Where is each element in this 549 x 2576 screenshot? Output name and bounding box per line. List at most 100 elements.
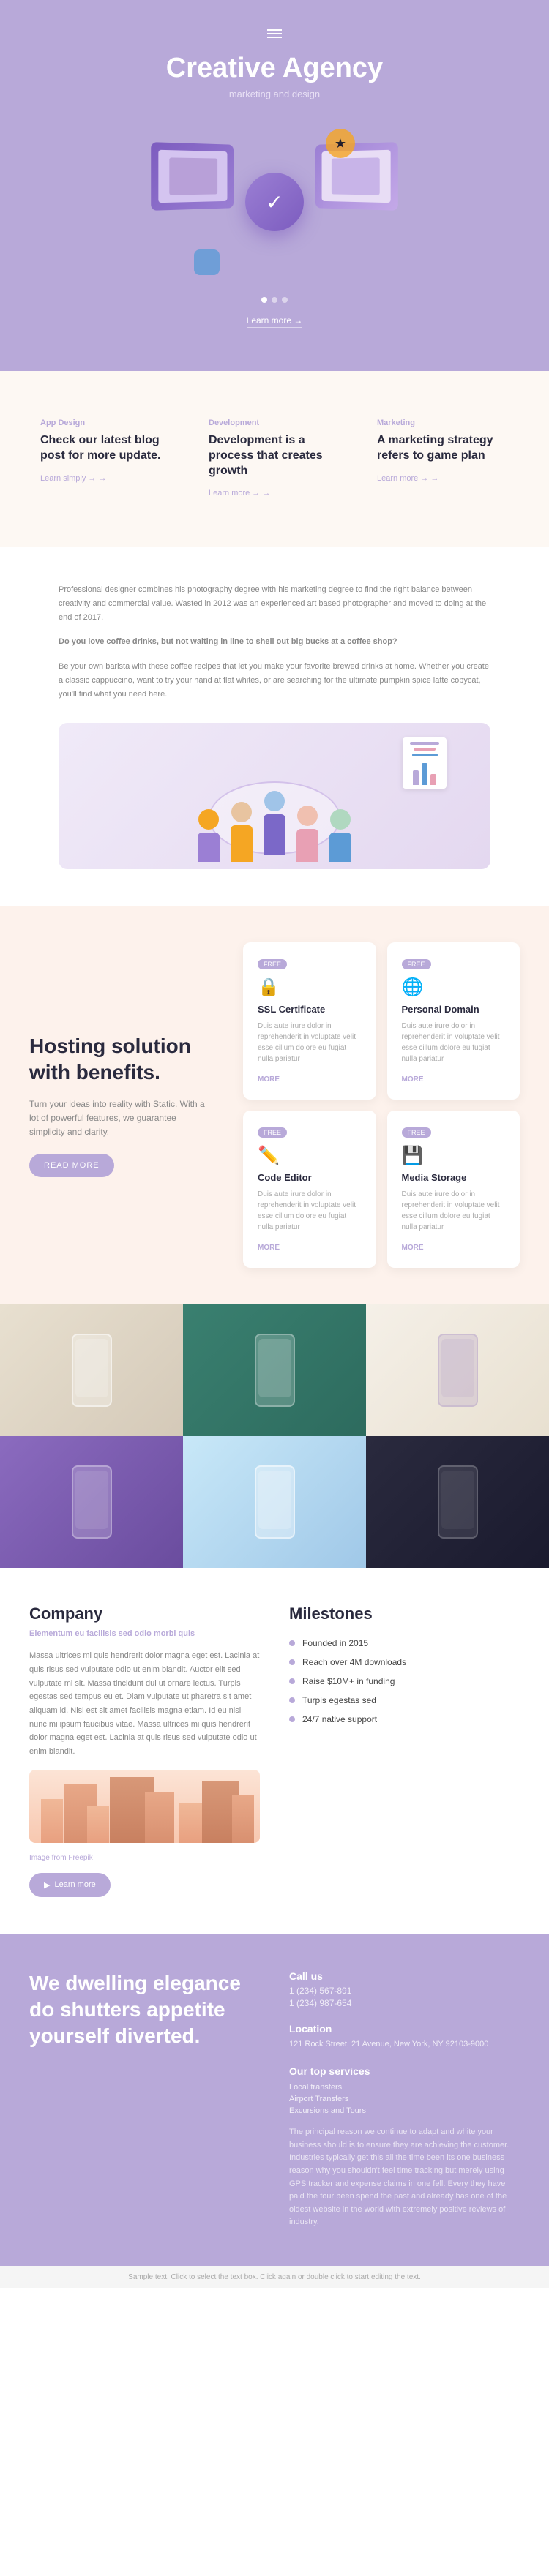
milestone-4: 24/7 native support xyxy=(289,1714,520,1724)
milestone-3: Turpis egestas sed xyxy=(289,1695,520,1705)
gallery-item-4 xyxy=(0,1436,183,1568)
gallery-item-1 xyxy=(0,1304,183,1436)
milestone-text-3: Turpis egestas sed xyxy=(302,1695,376,1705)
about-text2: Be your own barista with these coffee re… xyxy=(59,660,490,701)
hero-title: Creative Agency xyxy=(44,53,505,84)
location-label: Location xyxy=(289,2023,520,2035)
hero-subtitle: marketing and design xyxy=(44,89,505,99)
gallery-item-2 xyxy=(183,1304,366,1436)
services-grid: App Design Check our latest blog post fo… xyxy=(29,408,520,510)
gallery-item-6 xyxy=(366,1436,549,1568)
company-text: Massa ultrices mi quis hendrerit dolor m… xyxy=(29,1649,260,1759)
menu-icon[interactable] xyxy=(44,29,505,38)
milestone-text-4: 24/7 native support xyxy=(302,1714,377,1724)
about-illustration xyxy=(59,723,490,869)
service-title-2: A marketing strategy refers to game plan xyxy=(377,433,509,464)
learn-more-icon: ▶ xyxy=(44,1880,50,1890)
milestone-text-1: Reach over 4M downloads xyxy=(302,1657,406,1667)
contact-section: We dwelling elegance do shutters appetit… xyxy=(0,1934,549,2266)
sample-text: Sample text. Click to select the text bo… xyxy=(128,2273,421,2281)
domain-title: Personal Domain xyxy=(402,1004,506,1015)
service-list: Local transfers Airport Transfers Excurs… xyxy=(289,2083,520,2115)
editor-title: Code Editor xyxy=(258,1172,362,1183)
storage-badge: FREE xyxy=(402,1127,431,1138)
sample-footer: Sample text. Click to select the text bo… xyxy=(0,2266,549,2288)
editor-more-button[interactable]: MORE xyxy=(258,1244,280,1252)
milestone-2: Raise $10M+ in funding xyxy=(289,1676,520,1686)
milestone-0: Founded in 2015 xyxy=(289,1638,520,1648)
domain-icon: 🌐 xyxy=(402,977,506,998)
hosting-card-storage: FREE 💾 Media Storage Duis aute irure dol… xyxy=(387,1111,520,1268)
company-section: Company Elementum eu facilisis sed odio … xyxy=(0,1568,549,1934)
milestone-text-0: Founded in 2015 xyxy=(302,1638,368,1648)
service-item-1: Airport Transfers xyxy=(289,2095,520,2103)
domain-more-button[interactable]: MORE xyxy=(402,1075,424,1084)
company-title: Company xyxy=(29,1604,260,1623)
hosting-card-editor: FREE ✏️ Code Editor Duis aute irure dolo… xyxy=(243,1111,376,1268)
gallery-item-3 xyxy=(366,1304,549,1436)
hosting-card-ssl: FREE 🔒 SSL Certificate Duis aute irure d… xyxy=(243,942,376,1100)
phone-2: 1 (234) 987-654 xyxy=(289,1998,520,2008)
call-us-label: Call us xyxy=(289,1970,520,1982)
editor-badge: FREE xyxy=(258,1127,287,1138)
milestone-dot-4 xyxy=(289,1716,295,1722)
hero-section: Creative Agency marketing and design ✓ xyxy=(0,0,549,371)
service-card-development: Development Development is a process tha… xyxy=(198,408,351,510)
storage-more-button[interactable]: MORE xyxy=(402,1244,424,1252)
company-subtitle: Elementum eu facilisis sed odio morbi qu… xyxy=(29,1629,260,1638)
service-learn-more-2[interactable]: Learn more → xyxy=(377,474,438,483)
service-title-0: Check our latest blog post for more upda… xyxy=(40,433,172,464)
hosting-section: Hosting solution with benefits. Turn you… xyxy=(0,906,549,1304)
service-card-marketing: Marketing A marketing strategy refers to… xyxy=(366,408,520,510)
ssl-desc: Duis aute irure dolor in reprehenderit i… xyxy=(258,1021,362,1064)
services-label: Our top services xyxy=(289,2065,520,2077)
about-text1: Professional designer combines his photo… xyxy=(59,583,490,624)
milestone-text-2: Raise $10M+ in funding xyxy=(302,1676,395,1686)
service-card-appdesign: App Design Check our latest blog post fo… xyxy=(29,408,183,510)
ssl-badge: FREE xyxy=(258,959,287,969)
hosting-desc: Turn your ideas into reality with Static… xyxy=(29,1097,214,1140)
domain-badge: FREE xyxy=(402,959,431,969)
service-title-1: Development is a process that creates gr… xyxy=(209,433,340,478)
image-credit: Image from Freepik xyxy=(29,1854,260,1862)
ssl-more-button[interactable]: MORE xyxy=(258,1075,280,1084)
service-tag-0: App Design xyxy=(40,418,172,427)
storage-desc: Duis aute irure dolor in reprehenderit i… xyxy=(402,1189,506,1233)
milestones-section: Milestones Founded in 2015 Reach over 4M… xyxy=(289,1604,520,1897)
service-learn-more-1[interactable]: Learn more → xyxy=(209,489,270,497)
ssl-icon: 🔒 xyxy=(258,977,362,998)
hosting-card-domain: FREE 🌐 Personal Domain Duis aute irure d… xyxy=(387,942,520,1100)
milestone-dot-0 xyxy=(289,1640,295,1646)
company-left: Company Elementum eu facilisis sed odio … xyxy=(29,1604,260,1897)
services-section: App Design Check our latest blog post fo… xyxy=(0,371,549,547)
service-learn-more-0[interactable]: Learn simply → xyxy=(40,474,106,483)
contact-desc: The principal reason we continue to adap… xyxy=(289,2126,520,2229)
top-services: Our top services Local transfers Airport… xyxy=(289,2065,520,2115)
editor-desc: Duis aute irure dolor in reprehenderit i… xyxy=(258,1189,362,1233)
contact-address: 121 Rock Street, 21 Avenue, New York, NY… xyxy=(289,2038,520,2051)
milestone-dot-3 xyxy=(289,1697,295,1703)
editor-icon: ✏️ xyxy=(258,1145,362,1166)
service-tag-2: Marketing xyxy=(377,418,509,427)
milestones-title: Milestones xyxy=(289,1604,520,1623)
learn-more-label: Learn more xyxy=(54,1880,95,1889)
milestone-dot-2 xyxy=(289,1678,295,1684)
contact-left-title: We dwelling elegance do shutters appetit… xyxy=(29,1970,260,2050)
phone-1: 1 (234) 567-891 xyxy=(289,1986,520,1996)
storage-icon: 💾 xyxy=(402,1145,506,1166)
gallery-item-5 xyxy=(183,1436,366,1568)
hero-illustration: ✓ ★ xyxy=(44,121,505,282)
ssl-title: SSL Certificate xyxy=(258,1004,362,1015)
location-section: Location 121 Rock Street, 21 Avenue, New… xyxy=(289,2023,520,2051)
read-more-button[interactable]: READ MORE xyxy=(29,1154,114,1177)
hosting-cards: FREE 🔒 SSL Certificate Duis aute irure d… xyxy=(243,942,520,1268)
contact-right: Call us 1 (234) 567-891 1 (234) 987-654 … xyxy=(289,1970,520,2229)
service-item-2: Excursions and Tours xyxy=(289,2106,520,2115)
milestone-1: Reach over 4M downloads xyxy=(289,1657,520,1667)
contact-left: We dwelling elegance do shutters appetit… xyxy=(29,1970,260,2229)
scroll-dots xyxy=(44,297,505,303)
hero-cta-link[interactable]: Learn more → xyxy=(247,315,303,328)
company-learn-more-button[interactable]: ▶ Learn more xyxy=(29,1873,111,1897)
hosting-left: Hosting solution with benefits. Turn you… xyxy=(29,1033,214,1177)
about-section: Professional designer combines his photo… xyxy=(0,547,549,906)
